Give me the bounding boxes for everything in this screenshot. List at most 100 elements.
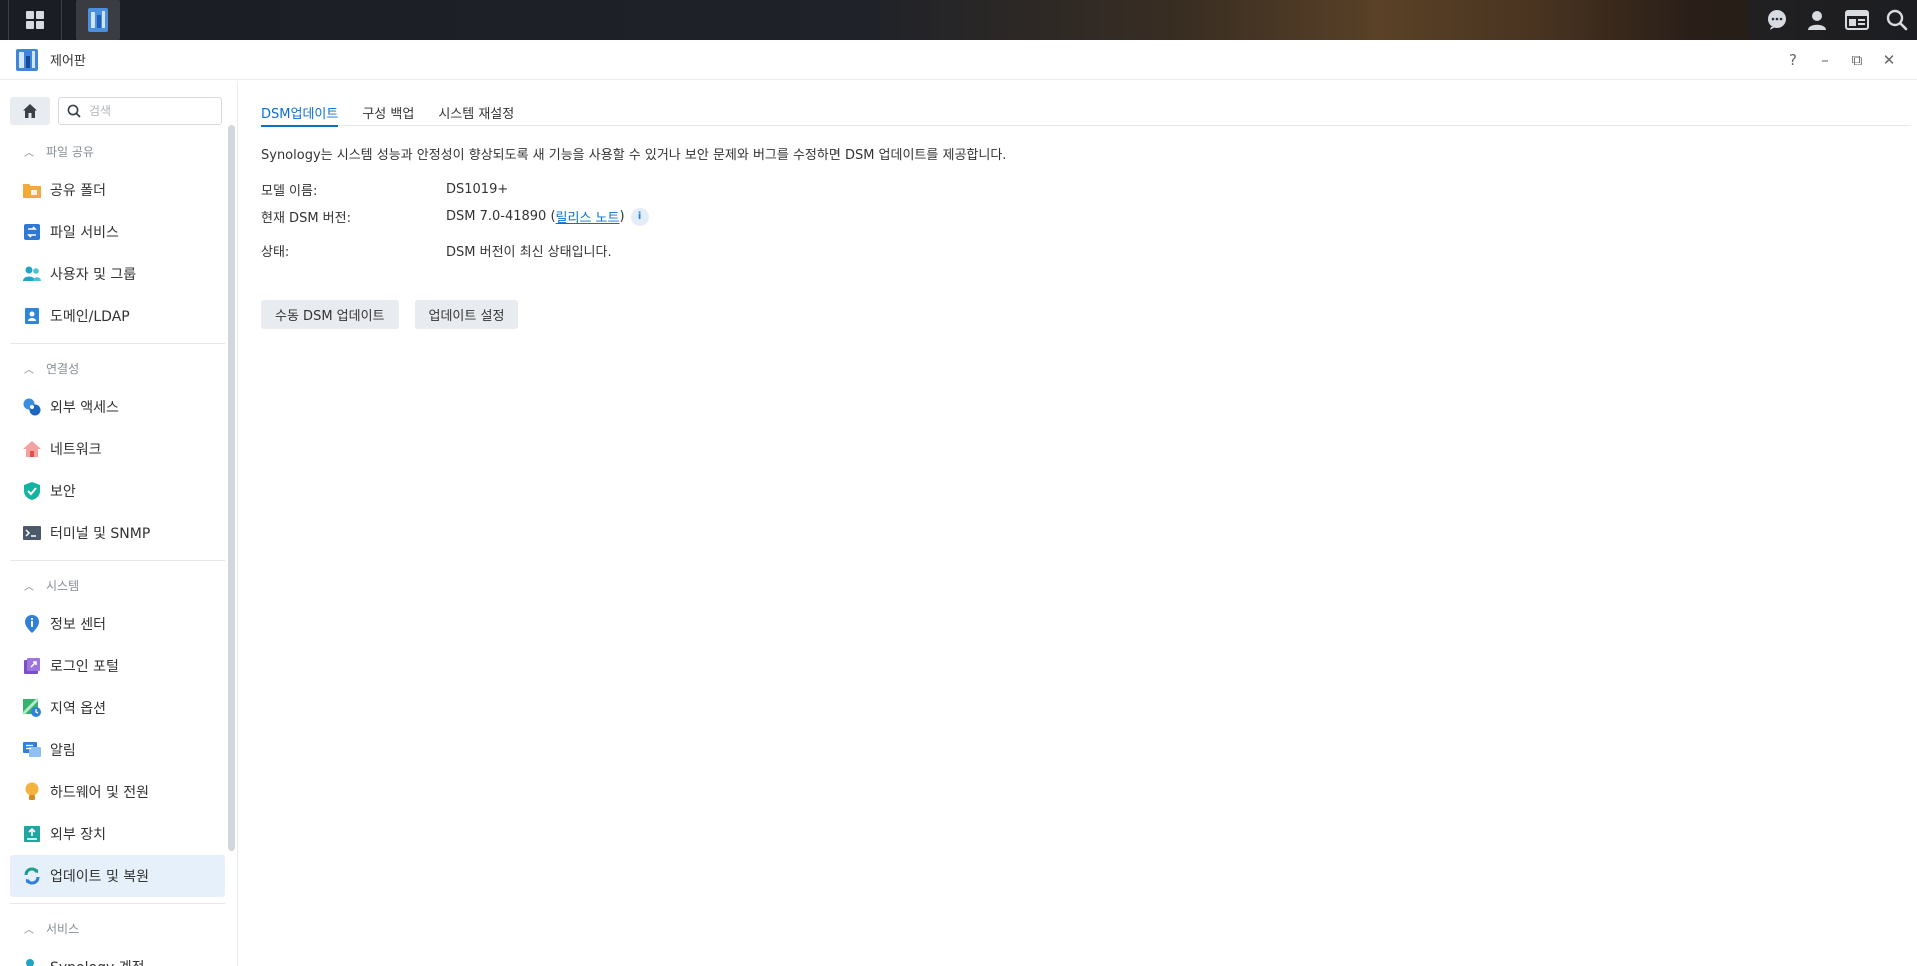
sidebar-item-file-services[interactable]: 파일 서비스 — [10, 211, 225, 253]
search-icon — [67, 104, 81, 118]
sidebar-item-label: 하드웨어 및 전원 — [50, 785, 150, 801]
sidebar-section-system[interactable]: ︿ 시스템 — [10, 567, 225, 603]
sidebar-item-label: 도메인/LDAP — [50, 309, 130, 325]
sidebar-item-security[interactable]: 보안 — [10, 470, 225, 512]
sidebar: ︿ 파일 공유 공유 폴더 파일 서비스 사용자 및 그룹 도메인/LDAP ︿ 연… — [0, 81, 238, 966]
tab-system-reset[interactable]: 시스템 재설정 — [438, 93, 514, 126]
sidebar-item-users-groups[interactable]: 사용자 및 그룹 — [10, 253, 225, 295]
users-groups-icon — [22, 264, 42, 284]
update-restore-icon — [22, 866, 42, 886]
sidebar-item-label: 공유 폴더 — [50, 183, 106, 199]
sidebar-item-label: Synology 계정 — [50, 957, 144, 966]
help-button[interactable]: ? — [1777, 44, 1809, 76]
tab-config-backup[interactable]: 구성 백업 — [362, 93, 414, 126]
version-row: 현재 DSM 버전: DSM 7.0-41890 (릴리스 노트) i — [261, 207, 649, 226]
sidebar-item-label: 알림 — [50, 743, 76, 759]
taskbar — [0, 0, 1917, 40]
divider — [10, 903, 225, 904]
sidebar-item-synology-account[interactable]: Synology 계정 — [10, 946, 225, 966]
tab-bar: DSM업데이트 구성 백업 시스템 재설정 — [261, 93, 1911, 127]
sidebar-item-network[interactable]: 네트워크 — [10, 428, 225, 470]
action-buttons: 수동 DSM 업데이트 업데이트 설정 — [261, 300, 519, 329]
sidebar-item-shared-folder[interactable]: 공유 폴더 — [10, 169, 225, 211]
search-icon — [1886, 9, 1908, 31]
release-notes-link[interactable]: 릴리스 노트 — [556, 207, 620, 226]
regional-options-icon — [22, 698, 42, 718]
external-devices-icon — [22, 824, 42, 844]
chevron-up-icon: ︿ — [24, 581, 34, 593]
user-icon — [1808, 11, 1826, 30]
user-button[interactable] — [1797, 0, 1837, 40]
sidebar-search-row — [10, 97, 222, 125]
sidebar-item-label: 업데이트 및 복원 — [50, 869, 150, 885]
sidebar-section-connectivity[interactable]: ︿ 연결성 — [10, 350, 225, 386]
sidebar-section-services[interactable]: ︿ 서비스 — [10, 910, 225, 946]
sidebar-item-label: 네트워크 — [50, 442, 102, 458]
version-close: ) — [619, 209, 625, 224]
sidebar-item-terminal-snmp[interactable]: 터미널 및 SNMP — [10, 512, 225, 554]
sidebar-item-label: 정보 센터 — [50, 617, 106, 633]
model-label: 모델 이름: — [261, 184, 318, 199]
sidebar-section-label: 시스템 — [46, 578, 80, 593]
update-settings-button[interactable]: 업데이트 설정 — [414, 300, 519, 329]
search-field[interactable] — [58, 97, 222, 125]
chat-icon — [1768, 10, 1786, 30]
sidebar-section-label: 연결성 — [46, 361, 80, 376]
model-row: 모델 이름: DS1019+ — [261, 180, 508, 199]
close-button[interactable]: ✕ — [1873, 44, 1905, 76]
sidebar-item-label: 터미널 및 SNMP — [50, 526, 151, 542]
external-access-icon — [22, 397, 42, 417]
sidebar-item-info-center[interactable]: 정보 센터 — [10, 603, 225, 645]
taskbar-right — [1749, 0, 1917, 40]
version-value: DSM 7.0-41890 (릴리스 노트) i — [446, 207, 649, 226]
sidebar-item-external-access[interactable]: 외부 액세스 — [10, 386, 225, 428]
home-button[interactable] — [10, 97, 50, 125]
search-input[interactable] — [89, 104, 209, 118]
widgets-icon — [1845, 10, 1869, 30]
sidebar-section-file-sharing[interactable]: ︿ 파일 공유 — [10, 133, 225, 169]
sidebar-item-domain-ldap[interactable]: 도메인/LDAP — [10, 295, 225, 337]
sidebar-item-regional-options[interactable]: 지역 옵션 — [10, 687, 225, 729]
sidebar-item-hardware-power[interactable]: 하드웨어 및 전원 — [10, 771, 225, 813]
lightbulb-icon — [22, 782, 42, 802]
minimize-button[interactable]: – — [1809, 44, 1841, 76]
sidebar-item-label: 지역 옵션 — [50, 701, 106, 717]
home-icon — [23, 104, 37, 118]
restore-button[interactable]: ⧉ — [1841, 44, 1873, 76]
version-text: DSM 7.0-41890 ( — [446, 209, 556, 224]
domain-ldap-icon — [22, 306, 42, 326]
window-title: 제어판 — [50, 54, 86, 69]
search-button[interactable] — [1877, 0, 1917, 40]
shared-folder-icon — [22, 180, 42, 200]
info-center-icon — [22, 614, 42, 634]
main-menu-button[interactable] — [8, 0, 62, 40]
control-panel-icon — [16, 48, 38, 71]
chevron-up-icon: ︿ — [24, 364, 34, 376]
sidebar-item-label: 사용자 및 그룹 — [50, 267, 137, 283]
sidebar-item-external-devices[interactable]: 외부 장치 — [10, 813, 225, 855]
sidebar-nav: ︿ 파일 공유 공유 폴더 파일 서비스 사용자 및 그룹 도메인/LDAP ︿ 연… — [10, 133, 225, 966]
sidebar-scrollbar[interactable] — [228, 125, 235, 851]
control-panel-icon — [88, 8, 108, 32]
divider — [10, 560, 225, 561]
window-controls: ? – ⧉ ✕ — [1777, 40, 1905, 80]
sidebar-item-login-portal[interactable]: 로그인 포털 — [10, 645, 225, 687]
taskbar-control-panel-app[interactable] — [76, 0, 120, 40]
tab-dsm-update[interactable]: DSM업데이트 — [261, 93, 339, 127]
version-label: 현재 DSM 버전: — [261, 211, 351, 226]
login-portal-icon — [22, 656, 42, 676]
sidebar-item-label: 보안 — [50, 484, 76, 500]
widgets-button[interactable] — [1837, 0, 1877, 40]
sidebar-item-update-restore[interactable]: 업데이트 및 복원 — [10, 855, 225, 897]
status-row: 상태: DSM 버전이 최신 상태입니다. — [261, 241, 612, 260]
window-titlebar: 제어판 ? – ⧉ ✕ — [0, 40, 1917, 80]
sidebar-item-notification[interactable]: 알림 — [10, 729, 225, 771]
synology-account-icon — [22, 957, 42, 966]
status-label: 상태: — [261, 245, 290, 260]
chat-button[interactable] — [1757, 0, 1797, 40]
info-icon[interactable]: i — [630, 207, 649, 226]
sidebar-section-label: 파일 공유 — [46, 144, 94, 159]
sidebar-item-label: 외부 액세스 — [50, 400, 119, 416]
manual-dsm-update-button[interactable]: 수동 DSM 업데이트 — [261, 300, 399, 329]
shield-icon — [22, 481, 42, 501]
